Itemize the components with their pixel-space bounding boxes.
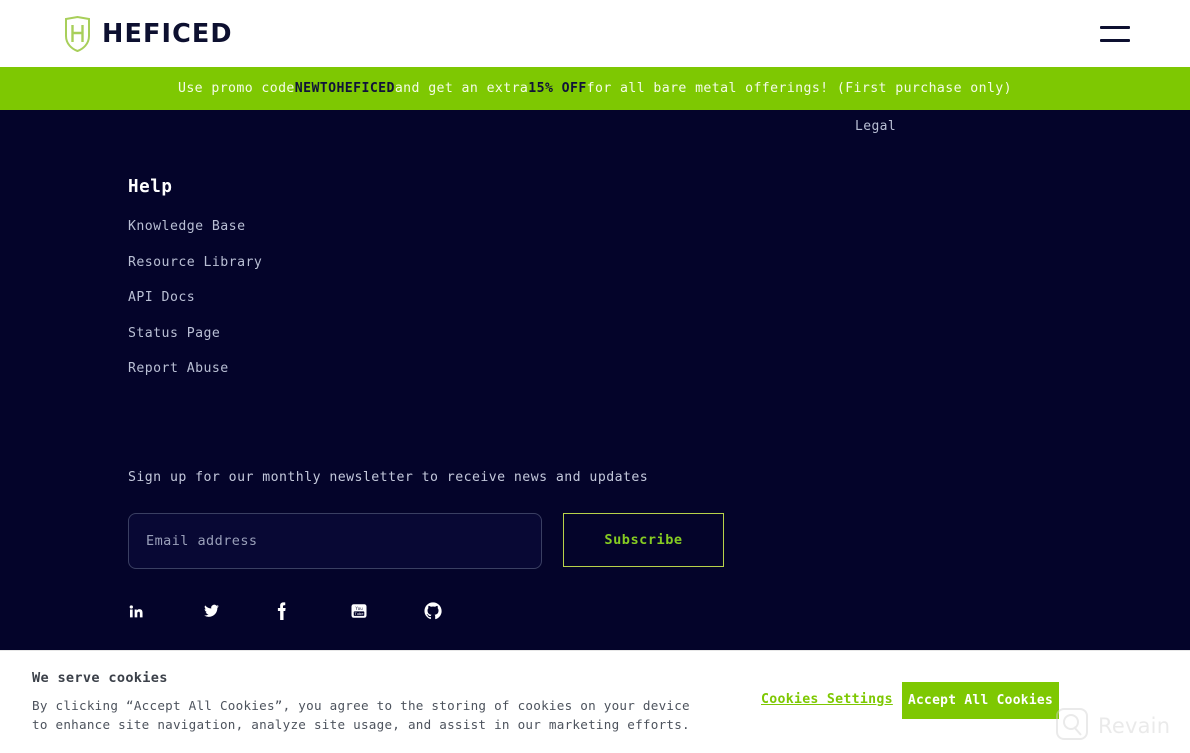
promo-middle: and get an extra	[394, 81, 529, 96]
help-heading: Help	[128, 177, 173, 197]
footer-link-status-page[interactable]: Status Page	[128, 326, 262, 341]
promo-code: NEWTOHEFICED	[294, 81, 395, 96]
linkedin-icon[interactable]	[128, 603, 202, 619]
cookie-banner-title: We serve cookies	[32, 670, 168, 686]
footer-column-legal[interactable]: Legal	[855, 119, 896, 134]
twitter-icon[interactable]	[202, 603, 276, 619]
footer-section: Legal Help Knowledge Base Resource Libra…	[0, 110, 1190, 650]
promo-discount: 15% OFF	[528, 81, 587, 96]
brand-logo[interactable]: HEFICED	[64, 15, 233, 52]
youtube-icon[interactable]: You Tube	[350, 602, 424, 620]
github-icon[interactable]	[424, 602, 498, 620]
cookies-settings-button[interactable]: Cookies Settings	[761, 692, 893, 707]
hamburger-line-3	[1100, 38, 1130, 42]
promo-banner[interactable]: Use promo code NEWTOHEFICED and get an e…	[0, 67, 1190, 110]
promo-prefix: Use promo code	[178, 81, 295, 96]
accept-all-cookies-button[interactable]: Accept All Cookies	[902, 682, 1059, 719]
page-root: HEFICED Use promo code NEWTOHEFICED and …	[0, 0, 1190, 753]
svg-text:You: You	[355, 606, 363, 611]
footer-link-resource-library[interactable]: Resource Library	[128, 255, 262, 270]
footer-column-help: Help Knowledge Base Resource Library API…	[128, 177, 262, 397]
hamburger-menu-icon[interactable]	[1100, 23, 1130, 45]
brand-name: HEFICED	[102, 18, 233, 49]
newsletter-form: Subscribe	[128, 513, 724, 569]
promo-suffix: for all bare metal offerings! (First pur…	[586, 81, 1012, 96]
heficed-shield-icon	[64, 15, 91, 52]
revain-logo-icon	[1055, 707, 1089, 745]
hamburger-line-1	[1100, 25, 1130, 29]
revain-watermark: Revain	[1055, 707, 1170, 745]
site-header: HEFICED	[0, 0, 1190, 67]
hamburger-line-2	[1100, 32, 1130, 35]
email-input[interactable]	[128, 513, 542, 569]
facebook-icon[interactable]	[276, 602, 350, 620]
revain-watermark-label: Revain	[1098, 714, 1171, 738]
footer-link-knowledge-base[interactable]: Knowledge Base	[128, 219, 262, 234]
subscribe-button[interactable]: Subscribe	[563, 513, 724, 567]
footer-link-api-docs[interactable]: API Docs	[128, 290, 262, 305]
social-links: You Tube	[128, 602, 498, 620]
cookie-banner-text: By clicking “Accept All Cookies”, you ag…	[32, 698, 690, 732]
newsletter-prompt: Sign up for our monthly newsletter to re…	[128, 470, 649, 485]
footer-link-report-abuse[interactable]: Report Abuse	[128, 361, 262, 376]
svg-text:Tube: Tube	[354, 612, 364, 616]
